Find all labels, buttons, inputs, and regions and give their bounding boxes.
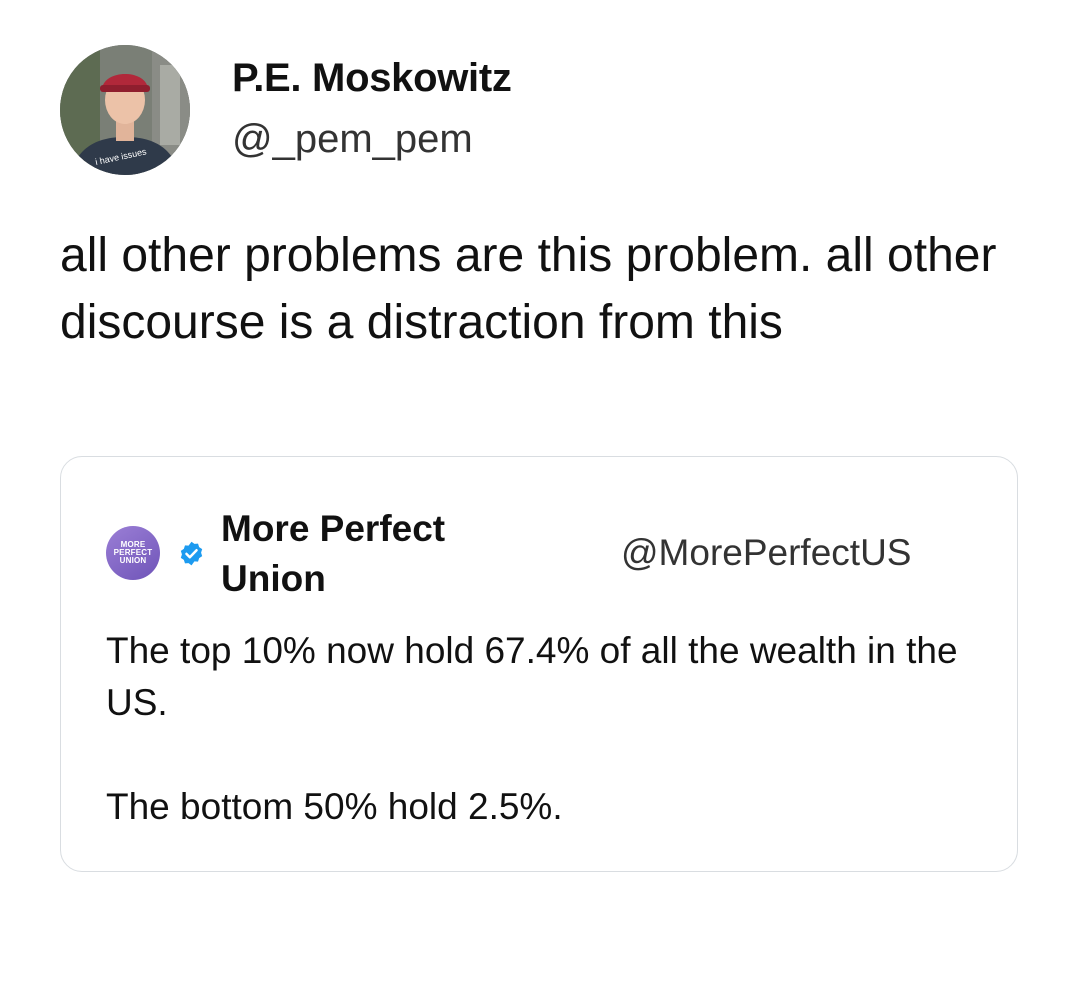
author-name[interactable]: P.E. Moskowitz: [232, 56, 512, 101]
quoted-tweet-text: The top 10% now hold 67.4% of all the we…: [106, 625, 966, 833]
quoted-tweet-paragraph: The top 10% now hold 67.4% of all the we…: [106, 630, 958, 723]
quoted-author-handle[interactable]: @MorePerfectUS: [621, 532, 911, 574]
tweet: i have issues P.E. Moskowitz @_pem_pem a…: [0, 0, 1080, 985]
author-handle[interactable]: @_pem_pem: [232, 117, 473, 162]
verified-badge-icon: [180, 541, 203, 566]
tweet-text: all other problems are this problem. all…: [60, 229, 997, 349]
profile-photo-icon: i have issues: [60, 45, 190, 175]
quoted-tweet-card[interactable]: MORE PERFECT UNION More Perfect Union @M…: [60, 456, 1018, 872]
quoted-author-name[interactable]: More Perfect Union: [221, 504, 511, 604]
logo-text-line: UNION: [119, 556, 147, 565]
quoted-author-avatar[interactable]: MORE PERFECT UNION: [106, 526, 160, 580]
quoted-tweet-paragraph: The bottom 50% hold 2.5%.: [106, 786, 563, 827]
author-avatar[interactable]: i have issues: [60, 45, 190, 175]
